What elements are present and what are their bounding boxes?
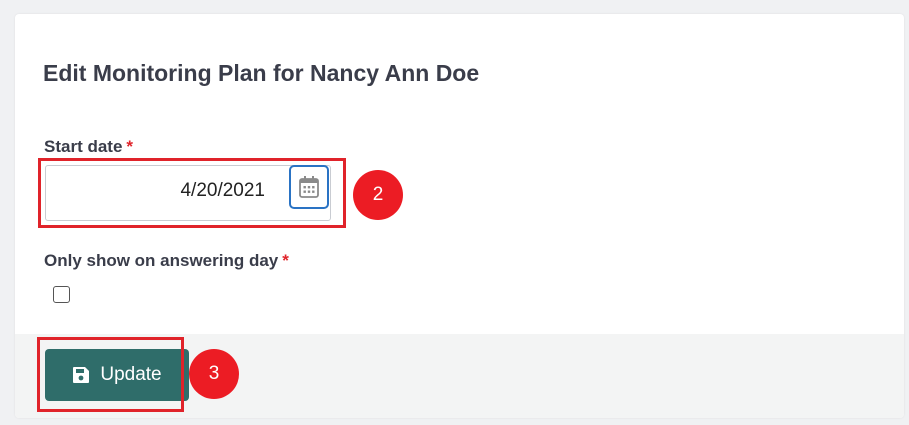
required-marker: * — [282, 251, 289, 270]
answering-day-label-text: Only show on answering day — [44, 251, 279, 270]
step-2-highlight — [38, 158, 346, 228]
page-title: Edit Monitoring Plan for Nancy Ann Doe — [43, 60, 480, 86]
required-marker: * — [126, 137, 134, 156]
start-date-label: Start date * — [44, 137, 133, 157]
step-2-badge: 2 — [353, 170, 403, 220]
start-date-label-text: Start date — [44, 137, 123, 156]
answering-day-checkbox[interactable] — [53, 286, 70, 303]
step-3-highlight — [37, 337, 184, 412]
step-3-badge: 3 — [189, 349, 239, 399]
answering-day-label: Only show on answering day * — [44, 251, 289, 271]
